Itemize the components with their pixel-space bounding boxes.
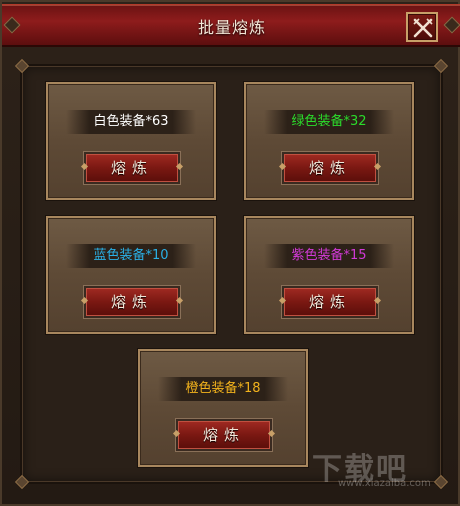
card-white-equipment: 白色装备*63 熔炼 — [46, 82, 216, 200]
blue-equipment-count: 蓝色装备*10 — [66, 244, 196, 268]
panel-corner-ornament — [14, 474, 30, 490]
site-watermark: 下载吧 www.xiazaiba.com — [304, 444, 444, 494]
smelt-orange-button[interactable]: 熔炼 — [176, 419, 272, 451]
smelt-green-button[interactable]: 熔炼 — [282, 152, 378, 184]
dialog-title: 批量熔炼 — [197, 18, 266, 37]
green-equipment-count: 绿色装备*32 — [264, 110, 394, 134]
card-purple-equipment: 紫色装备*15 熔炼 — [244, 216, 414, 334]
orange-equipment-count: 橙色装备*18 — [158, 377, 288, 401]
purple-equipment-count: 紫色装备*15 — [264, 244, 394, 268]
smelt-blue-button[interactable]: 熔炼 — [84, 286, 180, 318]
card-orange-equipment: 橙色装备*18 熔炼 — [138, 349, 308, 467]
content-panel: 白色装备*63 熔炼 绿色装备*32 熔炼 蓝色装备*10 熔炼 紫色装备*15… — [14, 58, 449, 490]
smelt-white-button[interactable]: 熔炼 — [84, 152, 180, 184]
close-button[interactable] — [406, 12, 438, 42]
card-blue-equipment: 蓝色装备*10 熔炼 — [46, 216, 216, 334]
smelt-dialog: 批量熔炼 白色装备*63 熔炼 绿色装备*32 熔炼 蓝色装备*10 熔炼 紫色… — [0, 0, 460, 506]
panel-corner-ornament — [433, 58, 449, 74]
crossed-swords-close-icon — [413, 18, 433, 38]
white-equipment-count: 白色装备*63 — [66, 110, 196, 134]
card-green-equipment: 绿色装备*32 熔炼 — [244, 82, 414, 200]
smelt-purple-button[interactable]: 熔炼 — [282, 286, 378, 318]
watermark-url: www.xiazaiba.com — [338, 478, 431, 489]
title-bar: 批量熔炼 — [2, 4, 460, 47]
panel-corner-ornament — [14, 58, 30, 74]
